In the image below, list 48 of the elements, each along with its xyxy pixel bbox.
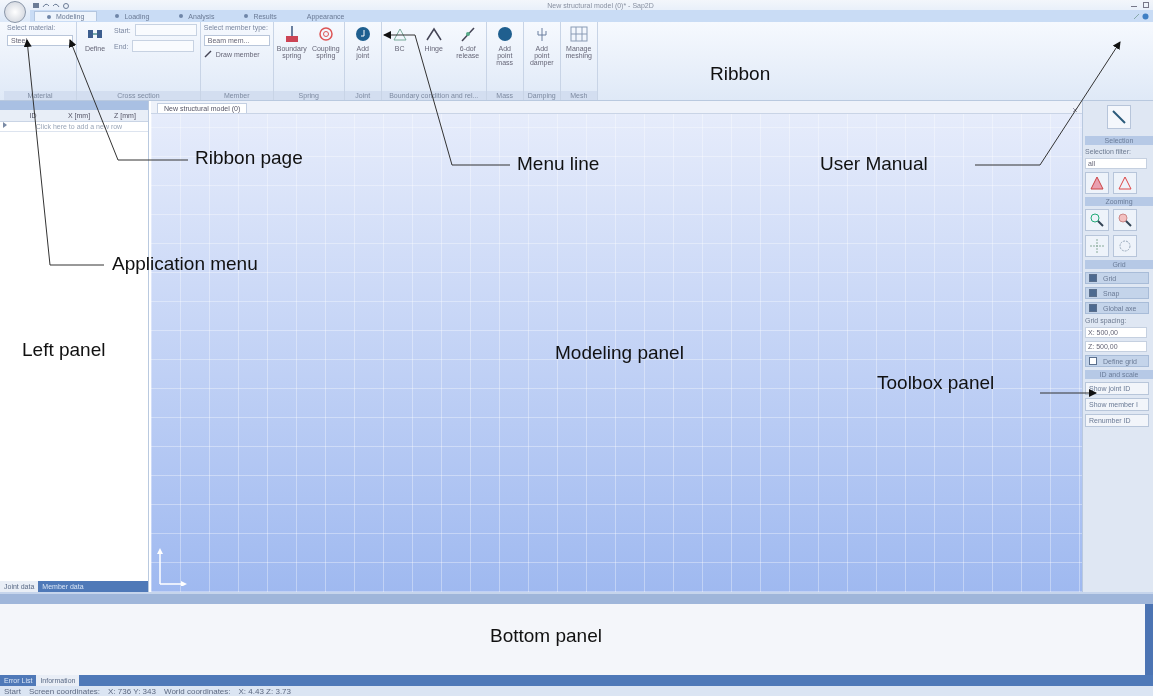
tool-icon (316, 26, 335, 42)
pencil-icon (1111, 109, 1127, 125)
status-text: X: 736 Y: 343 (108, 686, 156, 696)
tool-icon (495, 26, 514, 42)
tool-button[interactable] (1085, 172, 1109, 194)
status-text: Start (4, 686, 21, 696)
input-field[interactable] (132, 40, 195, 52)
status-text: X: 4.43 Z: 3.73 (238, 686, 291, 696)
tool-button[interactable] (1085, 209, 1109, 231)
annotation-label: Bottom panel (490, 626, 602, 645)
input-field[interactable] (134, 24, 197, 36)
print-icon[interactable] (62, 1, 70, 9)
maximize-icon[interactable] (1143, 2, 1149, 8)
tool-icon (390, 26, 409, 42)
close-icon[interactable] (1072, 107, 1078, 113)
annotation-label: Application menu (112, 254, 258, 273)
tool-button[interactable] (1107, 105, 1131, 129)
annotation-label: Ribbon (710, 64, 771, 83)
tool-icon (458, 26, 477, 42)
application-menu-button[interactable] (4, 1, 26, 23)
tool-button[interactable] (1113, 172, 1137, 194)
tool-button[interactable] (1113, 209, 1137, 231)
tool-icon (569, 26, 588, 42)
row-marker-icon (3, 122, 7, 128)
status-text: World coordinates: (163, 686, 231, 696)
annotation-label: Modeling panel (555, 343, 684, 362)
tool-icon (353, 26, 372, 42)
status-text: Screen coordinates: (28, 686, 101, 696)
axes-icon (157, 548, 187, 586)
annotation-label: Left panel (22, 340, 106, 359)
save-icon[interactable] (32, 1, 40, 9)
pan-icon (1088, 237, 1106, 255)
undo-icon[interactable] (42, 1, 50, 9)
pencil-icon (203, 50, 212, 58)
tool-icon (424, 26, 443, 42)
triangle-icon (1088, 174, 1106, 192)
help-icon[interactable] (1142, 12, 1149, 20)
annotation-label: Toolbox panel (877, 373, 995, 392)
annotation-label: User Manual (820, 154, 928, 173)
zoom-icon (1088, 211, 1106, 229)
triangle-icon (1116, 174, 1134, 192)
leader-line (1039, 389, 1097, 397)
redo-icon[interactable] (52, 1, 60, 9)
pin-icon[interactable] (1133, 12, 1140, 20)
pan-icon (1116, 237, 1134, 255)
zoom-icon (1116, 211, 1134, 229)
annotation-label: Ribbon page (195, 148, 303, 167)
annotation-label: Menu line (517, 154, 600, 173)
